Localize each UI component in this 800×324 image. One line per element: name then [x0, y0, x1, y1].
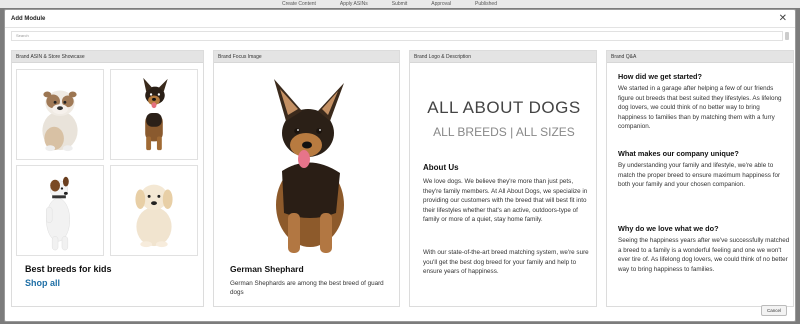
qa-item: What makes our company unique? By unders…: [618, 149, 790, 190]
qa-answer: Seeing the happiness years after we've s…: [618, 237, 790, 273]
brand-logo-title: ALL ABOUT DOGS: [427, 98, 581, 117]
qa-question: How did we get started?: [618, 72, 702, 81]
german-shepherd-focus-image: [274, 79, 344, 253]
showcase-heading: Best breeds for kids: [25, 264, 112, 274]
module-brand-asin-store-showcase[interactable]: Brand ASIN & Store Showcase Best breeds …: [11, 50, 204, 307]
qa-item: How did we get started? We started in a …: [618, 72, 790, 132]
golden-retriever-image: [135, 184, 173, 248]
search-row: [11, 30, 791, 41]
about-text: We love dogs. We believe they're more th…: [423, 178, 588, 223]
search-input[interactable]: [11, 30, 783, 41]
scrollbar-handle[interactable]: [785, 31, 789, 40]
qa-question: What makes our company unique?: [618, 149, 739, 158]
product-tile-german-shepherd-puppy[interactable]: [110, 69, 198, 160]
panel-header: Brand ASIN & Store Showcase: [12, 51, 203, 63]
dialog-header: Add Module ✕: [5, 10, 795, 28]
close-icon[interactable]: ✕: [779, 13, 787, 24]
jack-russell-image: [46, 176, 71, 251]
product-tile-jack-russell[interactable]: [16, 165, 104, 256]
product-tile-bulldog[interactable]: [16, 69, 104, 160]
shepherd-puppy-image: [143, 77, 168, 151]
module-brand-qa[interactable]: Brand Q&A How did we get started? We sta…: [606, 50, 794, 307]
dialog-title: Add Module: [11, 15, 46, 22]
product-tile-golden-retriever[interactable]: [110, 165, 198, 256]
add-module-dialog: Add Module ✕ Brand ASIN & Store Showcase: [4, 9, 796, 322]
shop-all-link[interactable]: Shop all: [25, 278, 60, 288]
bg-tab-approval: Approval: [431, 1, 452, 7]
qa-question: Why do we love what we do?: [618, 224, 719, 233]
brand-logo-subtitle: ALL BREEDS | ALL SIZES: [433, 125, 575, 139]
module-brand-focus-image[interactable]: Brand Focus Image German Shephard German…: [213, 50, 400, 307]
bg-tab-apply-asins: Apply ASINs: [339, 1, 368, 7]
focus-image-title: German Shephard: [230, 264, 304, 274]
qa-answer: We started in a garage after helping a f…: [618, 85, 782, 130]
about-heading: About Us: [423, 163, 459, 172]
qa-answer: By understanding your family and lifesty…: [618, 162, 781, 188]
product-tile-grid: [16, 69, 200, 257]
bg-tab-submit: Submit: [391, 1, 408, 7]
background-workflow-tabs: Create Content Apply ASINs Submit Approv…: [282, 0, 497, 8]
panel-header: Brand Q&A: [607, 51, 793, 63]
module-panels: Brand ASIN & Store Showcase Best breeds …: [11, 50, 794, 307]
panel-header: Brand Logo & Description: [410, 51, 596, 63]
qa-item: Why do we love what we do? Seeing the ha…: [618, 224, 790, 274]
bg-tab-published: Published: [475, 1, 497, 7]
panel-header: Brand Focus Image: [214, 51, 399, 63]
bg-tab-create-content: Create Content: [282, 1, 316, 7]
bulldog-image: [42, 90, 78, 152]
module-brand-logo-description[interactable]: Brand Logo & Description ALL ABOUT DOGS …: [409, 50, 597, 307]
about-text-secondary: With our state-of-the-art breed matching…: [423, 249, 589, 275]
focus-image-text: German Shephards are among the best bree…: [230, 280, 384, 296]
cancel-button[interactable]: Cancel: [761, 305, 787, 316]
